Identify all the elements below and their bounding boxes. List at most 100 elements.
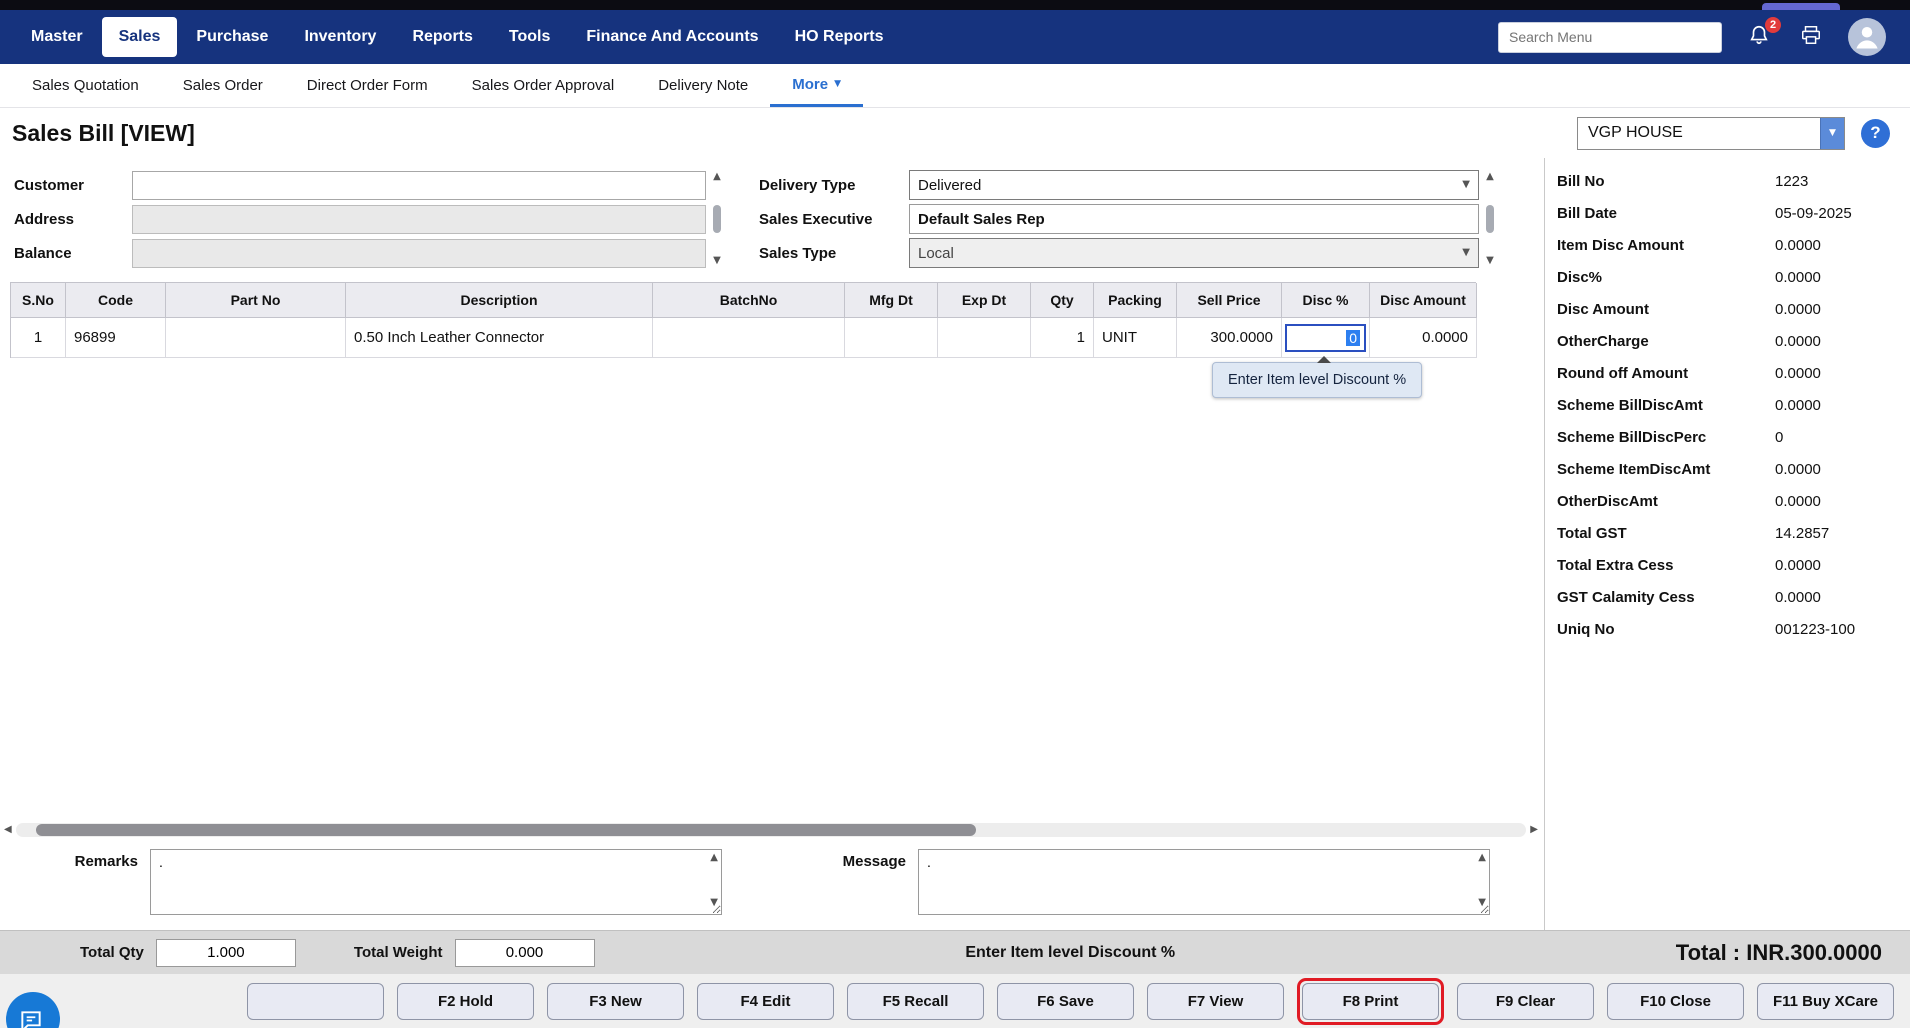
scrollbar-track[interactable]	[15, 823, 1527, 837]
summary-label: Disc Amount	[1557, 301, 1649, 318]
balance-field	[132, 238, 706, 268]
f2-hold-button[interactable]: F2 Hold	[397, 982, 534, 1020]
cell-sno: 1	[11, 318, 66, 358]
summary-row-item-disc-amount: Item Disc Amount 0.0000	[1545, 230, 1910, 262]
f8-print-highlight: F8 Print	[1297, 977, 1444, 1025]
f9-clear-button[interactable]: F9 Clear	[1457, 982, 1594, 1020]
total-weight-input[interactable]	[454, 938, 595, 967]
chevron-down-icon: ▼	[1462, 247, 1470, 258]
col-header-mfg-dt: Mfg Dt	[845, 283, 938, 318]
remarks-wrap: . ▲ ▼	[150, 849, 722, 920]
scroll-up-icon[interactable]: ▲	[1486, 172, 1494, 182]
user-avatar[interactable]	[1848, 18, 1886, 56]
nav-item-reports[interactable]: Reports	[395, 17, 489, 57]
table-horizontal-scrollbar[interactable]: ◀ ▶	[4, 821, 1538, 839]
scroll-right-icon[interactable]: ▶	[1530, 825, 1538, 835]
summary-value: 0.0000	[1775, 397, 1821, 414]
sales-executive-input[interactable]: Default Sales Rep	[909, 204, 1479, 234]
customer-input[interactable]	[132, 170, 706, 200]
help-button[interactable]: ?	[1861, 118, 1890, 148]
cell-mfg-dt	[845, 318, 938, 358]
address-label: Address	[14, 210, 75, 228]
notifications-button[interactable]: 2	[1744, 17, 1781, 52]
summary-row-gst-calamity-cess: GST Calamity Cess 0.0000	[1545, 582, 1910, 614]
f1-blank-button[interactable]	[247, 982, 384, 1020]
subnav-sales-quotation[interactable]: Sales Quotation	[10, 64, 161, 107]
f4-edit-button[interactable]: F4 Edit	[697, 982, 834, 1020]
items-table: S.No Code Part No Description BatchNo Mf…	[10, 282, 1477, 358]
summary-value: 0.0000	[1775, 493, 1821, 510]
summary-row-total-gst: Total GST 14.2857	[1545, 518, 1910, 550]
message-label: Message	[842, 853, 906, 870]
sales-subnav: Sales Quotation Sales Order Direct Order…	[0, 64, 1910, 108]
summary-label: Uniq No	[1557, 621, 1615, 638]
message-wrap: . ▲ ▼	[918, 849, 1490, 920]
scroll-thumb[interactable]	[1486, 205, 1494, 233]
title-right-group: VGP HOUSE ▼ ?	[1577, 116, 1898, 150]
branch-select-arrow[interactable]: ▼	[1820, 117, 1844, 149]
nav-item-finance-and-accounts[interactable]: Finance And Accounts	[569, 17, 775, 57]
summary-value: 0.0000	[1775, 589, 1821, 606]
browser-strip	[0, 0, 1910, 10]
scroll-thumb[interactable]	[713, 205, 721, 233]
subnav-direct-order-form[interactable]: Direct Order Form	[285, 64, 450, 107]
total-qty-input[interactable]	[155, 938, 296, 967]
nav-item-master[interactable]: Master	[14, 17, 100, 57]
top-navigation: Master Sales Purchase Inventory Reports …	[0, 10, 1910, 64]
summary-row-othercharge: OtherCharge 0.0000	[1545, 326, 1910, 358]
remarks-label: Remarks	[74, 853, 138, 870]
nav-item-ho-reports[interactable]: HO Reports	[778, 17, 901, 57]
scroll-down-icon[interactable]: ▼	[710, 898, 718, 908]
scroll-up-icon[interactable]: ▲	[710, 853, 718, 863]
bill-header-form: Customer Address Balance ▲ ▼ Delivery Ty…	[0, 158, 1544, 282]
f3-new-button[interactable]: F3 New	[547, 982, 684, 1020]
col-header-disc-pct: Disc %	[1282, 283, 1370, 318]
summary-row-scheme-billdiscperc: Scheme BillDiscPerc 0	[1545, 422, 1910, 454]
delivery-type-select[interactable]: Delivered ▼	[909, 170, 1479, 200]
cell-disc-amount: 0.0000	[1370, 318, 1477, 358]
scroll-left-icon[interactable]: ◀	[4, 825, 12, 835]
message-textarea[interactable]: .	[918, 849, 1490, 915]
nav-item-purchase[interactable]: Purchase	[179, 17, 285, 57]
customer-scrollbar[interactable]: ▲ ▼	[709, 168, 725, 270]
scroll-down-icon[interactable]: ▼	[1486, 256, 1494, 266]
col-header-description: Description	[346, 283, 653, 318]
mid-labels: Delivery Type Sales Executive Sales Type	[759, 168, 909, 270]
table-empty-area	[0, 358, 1544, 821]
cell-batchno	[653, 318, 845, 358]
nav-item-inventory[interactable]: Inventory	[287, 17, 393, 57]
scroll-up-icon[interactable]: ▲	[713, 172, 721, 182]
f7-view-button[interactable]: F7 View	[1147, 982, 1284, 1020]
scroll-up-icon[interactable]: ▲	[1478, 853, 1486, 863]
subnav-delivery-note[interactable]: Delivery Note	[636, 64, 770, 107]
f8-print-button[interactable]: F8 Print	[1302, 982, 1439, 1020]
summary-label: Total GST	[1557, 525, 1627, 542]
print-button[interactable]	[1796, 22, 1826, 52]
cell-disc-pct: 0	[1282, 318, 1370, 358]
nav-item-sales[interactable]: Sales	[101, 17, 178, 57]
f5-recall-button[interactable]: F5 Recall	[847, 982, 984, 1020]
scroll-down-icon[interactable]: ▼	[713, 256, 721, 266]
scroll-down-icon[interactable]: ▼	[1478, 898, 1486, 908]
scrollbar-thumb[interactable]	[35, 824, 976, 836]
disc-percent-input[interactable]: 0	[1285, 323, 1366, 352]
subnav-sales-order[interactable]: Sales Order	[161, 64, 285, 107]
summary-label: Item Disc Amount	[1557, 237, 1684, 254]
form-scrollbar[interactable]: ▲ ▼	[1482, 168, 1498, 270]
summary-value: 0.0000	[1775, 301, 1821, 318]
subnav-more[interactable]: More ▼	[770, 64, 864, 107]
subnav-sales-order-approval[interactable]: Sales Order Approval	[450, 64, 637, 107]
remarks-textarea[interactable]: .	[150, 849, 722, 915]
summary-value: 05-09-2025	[1775, 205, 1852, 222]
f10-close-button[interactable]: F10 Close	[1607, 982, 1744, 1020]
sales-executive-label: Sales Executive	[759, 210, 873, 228]
f11-buy-xcare-button[interactable]: F11 Buy XCare	[1757, 982, 1894, 1020]
f6-save-button[interactable]: F6 Save	[997, 982, 1134, 1020]
nav-item-tools[interactable]: Tools	[492, 17, 567, 57]
bill-content: Customer Address Balance ▲ ▼ Delivery Ty…	[0, 158, 1544, 930]
search-input[interactable]	[1498, 21, 1722, 53]
branch-select-value: VGP HOUSE	[1588, 124, 1683, 141]
summary-label: Bill No	[1557, 173, 1605, 190]
summary-label: Bill Date	[1557, 205, 1618, 222]
branch-select[interactable]: VGP HOUSE ▼	[1577, 116, 1845, 150]
